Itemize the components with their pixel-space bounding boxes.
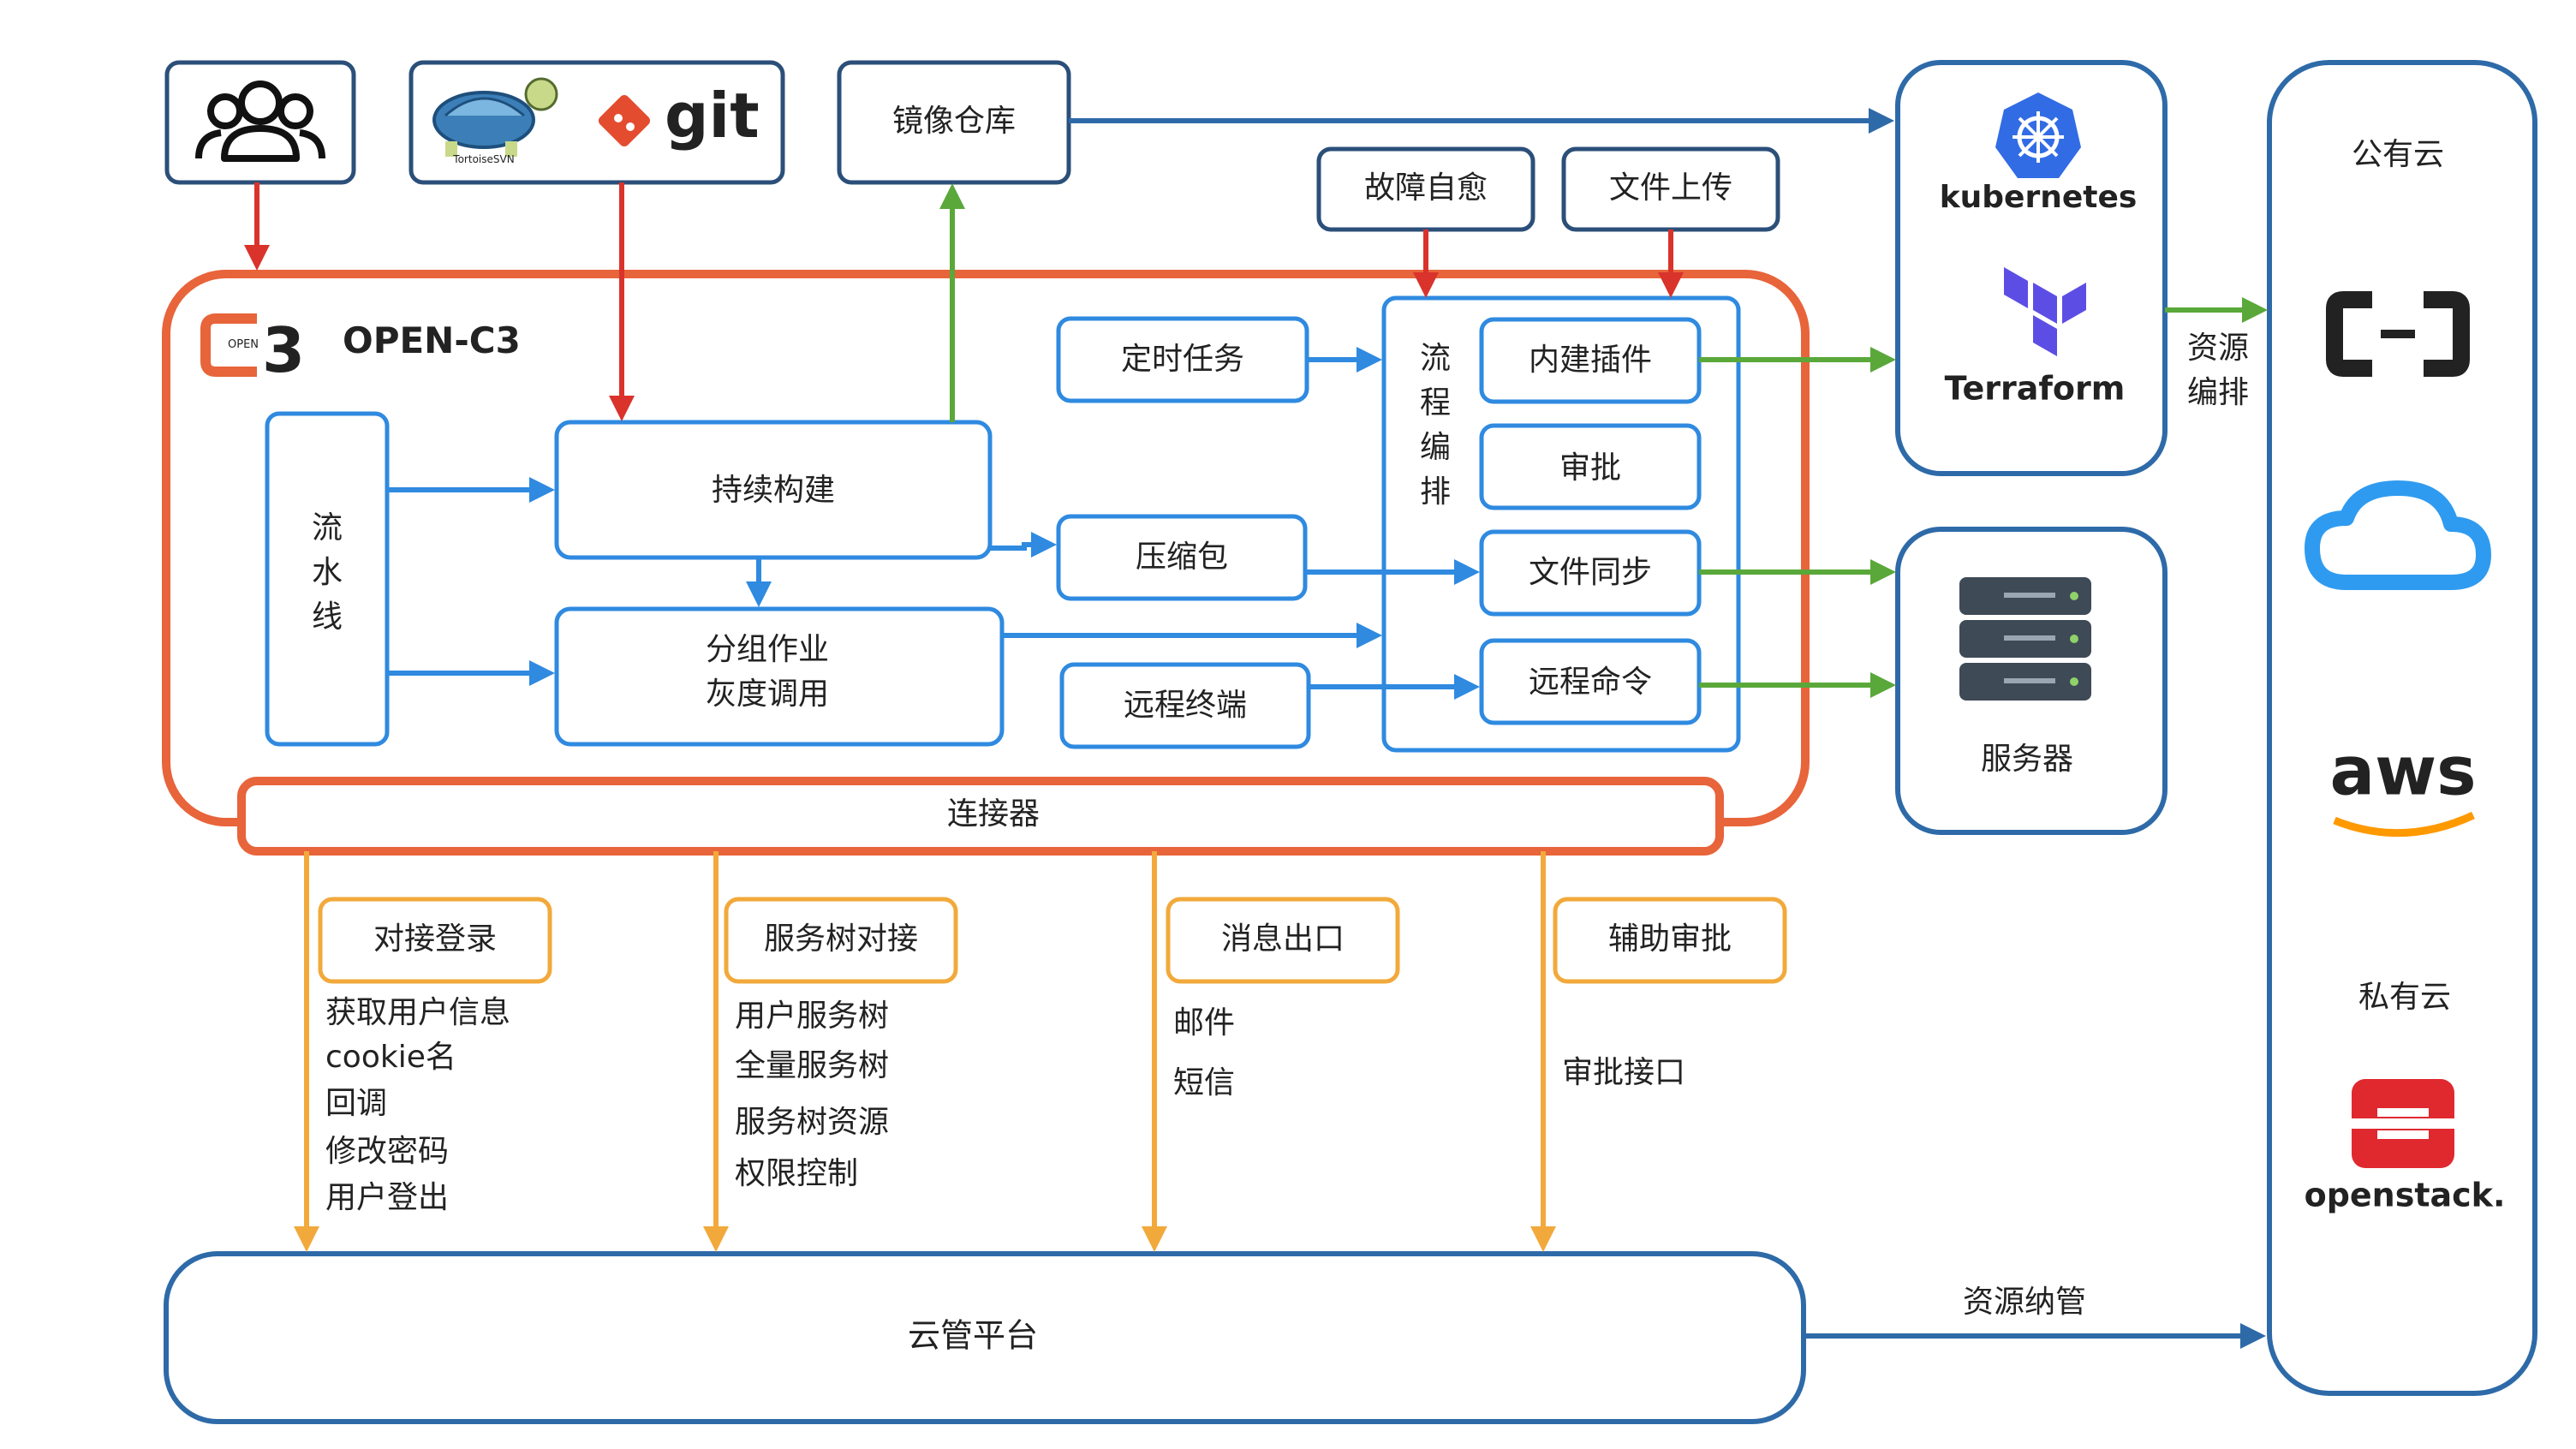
login-item-3: 回调: [325, 1086, 387, 1121]
pipeline-char-3: 线: [312, 599, 343, 635]
login-connector: 对接登录 获取用户信息 cookie名 回调 修改密码 用户登出: [318, 897, 552, 1215]
terraform-label: Terraform: [1945, 370, 2126, 408]
approval-connector-title: 辅助审批: [1608, 921, 1732, 957]
users-box: [164, 60, 356, 185]
self-heal-label: 故障自愈: [1364, 170, 1488, 206]
pipeline-box: 流 水 线: [265, 411, 390, 747]
service-tree-title: 服务树对接: [764, 921, 918, 957]
orch-char-4: 排: [1420, 474, 1451, 510]
service-tree-item-3: 服务树资源: [735, 1105, 889, 1140]
message-title: 消息出口: [1221, 921, 1345, 957]
openstack-label: openstack.: [2305, 1177, 2506, 1214]
resource-mgmt-label: 资源纳管: [1963, 1285, 2086, 1320]
aws-label: aws: [2329, 733, 2476, 810]
service-tree-item-1: 用户服务树: [735, 999, 889, 1034]
login-item-1: 获取用户信息: [325, 995, 510, 1030]
connector-bar: 连接器: [237, 777, 1724, 856]
service-tree-item-4: 权限控制: [735, 1156, 858, 1191]
group-job-line-2: 灰度调用: [706, 677, 829, 712]
service-tree-connector: 服务树对接 用户服务树 全量服务树 服务树资源 权限控制: [724, 897, 958, 1191]
service-tree-item-2: 全量服务树: [735, 1048, 889, 1083]
servers-box: 服务器: [1895, 527, 2168, 835]
plugin-box: 内建插件: [1479, 317, 1702, 404]
approval-label: 审批: [1559, 450, 1621, 486]
git-label: git: [665, 80, 760, 152]
orch-char-3: 编: [1420, 430, 1451, 465]
login-title: 对接登录: [373, 921, 497, 957]
cron-box: 定时任务: [1056, 316, 1309, 403]
approval-box: 审批: [1479, 423, 1702, 510]
message-item-1: 邮件: [1173, 1005, 1235, 1041]
public-cloud-label: 公有云: [2352, 137, 2444, 172]
private-cloud-label: 私有云: [2358, 980, 2451, 1015]
kubernetes-label: kubernetes: [1940, 180, 2138, 215]
tortoise-caption: TortoiseSVN: [452, 153, 514, 165]
logo-text: OPEN-C3: [343, 319, 521, 361]
connector-label: 连接器: [947, 796, 1040, 832]
server-rack-icon: [1959, 577, 2091, 701]
file-sync-box: 文件同步: [1479, 529, 1702, 617]
logo-badge: OPEN: [228, 338, 259, 351]
vcs-box: TortoiseSVN git: [408, 60, 785, 185]
registry-label: 镜像仓库: [892, 104, 1016, 139]
file-upload-box: 文件上传: [1561, 146, 1780, 232]
resource-orch-line-1: 资源: [2187, 331, 2249, 366]
orch-char-2: 程: [1420, 385, 1451, 420]
cloud-platform-label: 云管平台: [908, 1317, 1038, 1355]
login-item-4: 修改密码: [325, 1134, 449, 1169]
login-item-2: cookie名: [325, 1040, 456, 1075]
architecture-diagram: TortoiseSVN git 镜像仓库 故障自愈 文件上传 OPEN 3 OP…: [162, 60, 2537, 1424]
k8s-terraform-box: kubernetes Terraform: [1895, 60, 2168, 476]
login-item-5: 用户登出: [325, 1180, 449, 1215]
ci-label: 持续构建: [712, 473, 835, 508]
group-job-line-1: 分组作业: [706, 632, 829, 667]
package-box: 压缩包: [1056, 514, 1308, 601]
file-sync-label: 文件同步: [1529, 555, 1652, 590]
logo-c3-mark: 3: [262, 314, 305, 386]
clouds-box: 公有云 aws 私有云 openstack.: [2267, 60, 2537, 1396]
approval-connector: 辅助审批 审批接口: [1553, 897, 1787, 1090]
resource-orch-line-2: 编排: [2187, 375, 2249, 410]
group-job-box: 分组作业 灰度调用: [554, 606, 1005, 747]
message-item-2: 短信: [1173, 1065, 1235, 1100]
registry-box: 镜像仓库: [837, 60, 1071, 185]
openstack-icon: [2352, 1079, 2454, 1168]
approval-connector-item-1: 审批接口: [1562, 1055, 1685, 1090]
terminal-label: 远程终端: [1124, 688, 1247, 723]
remote-cmd-label: 远程命令: [1529, 665, 1652, 700]
terminal-box: 远程终端: [1059, 662, 1311, 749]
orch-char-1: 流: [1420, 341, 1451, 376]
servers-label: 服务器: [1981, 742, 2073, 777]
message-connector: 消息出口 邮件 短信: [1166, 897, 1400, 1100]
pipeline-char-2: 水: [312, 555, 343, 590]
plugin-label: 内建插件: [1529, 343, 1652, 378]
self-heal-box: 故障自愈: [1316, 146, 1535, 232]
cron-label: 定时任务: [1121, 342, 1244, 377]
pipeline-char-1: 流: [312, 510, 343, 546]
ci-box: 持续构建: [554, 420, 993, 560]
cloud-platform-box: 云管平台: [164, 1251, 1806, 1424]
file-upload-label: 文件上传: [1609, 170, 1732, 206]
package-label: 压缩包: [1136, 540, 1228, 575]
remote-cmd-box: 远程命令: [1479, 638, 1702, 725]
